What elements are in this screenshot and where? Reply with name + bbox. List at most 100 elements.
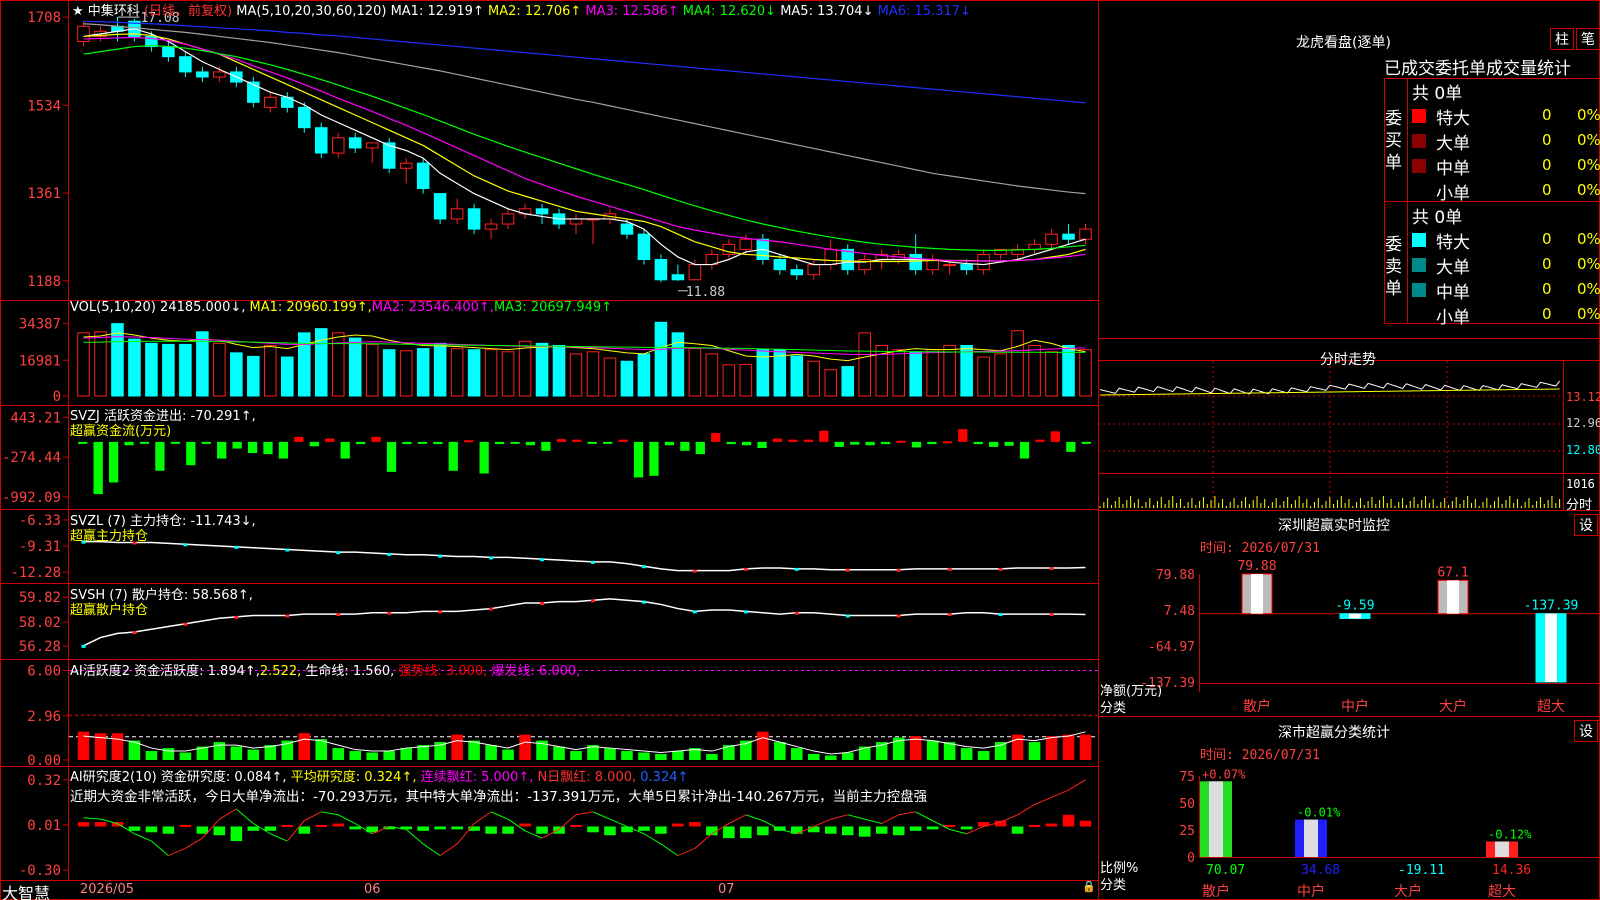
candle-39: [739, 238, 753, 250]
lock-icon[interactable]: 🔒: [1082, 880, 1096, 893]
brand-logo[interactable]: 大智慧: [2, 880, 50, 900]
dragon-title: 龙虎看盘(逐单): [1296, 35, 1391, 51]
ai2-bar-25: [502, 826, 514, 834]
monitor-time: 时间: 2026/07/31: [1200, 541, 1320, 556]
order-stat-header: 已成交委托单成交量统计: [1384, 59, 1571, 79]
vol-bar-6: [179, 343, 192, 397]
vol-bar-51: [943, 344, 956, 397]
sell-1-swatch: [1412, 258, 1426, 272]
svzj-bar-63: [1050, 431, 1061, 442]
ai1-bar-2: [111, 733, 124, 760]
ma-line-2: [83, 33, 1086, 263]
svzl-ytick-1: -9.31: [19, 539, 61, 555]
monitor-cat-0: 散户: [1243, 698, 1271, 715]
svsh-tickmark-45: [845, 614, 850, 618]
vol-bar-18: [382, 349, 396, 397]
stock-chart-canvas[interactable]: 170815341361118817.0811.8834387169810443…: [0, 0, 1600, 900]
ai2-ytick-0: 0.32: [27, 773, 61, 789]
ai1-bar-50: [926, 740, 939, 760]
svsh-tickmark-12: [285, 614, 290, 618]
ai2-bar-59: [1079, 820, 1092, 827]
ma-value-1: MA1: 12.919↑: [390, 4, 484, 19]
ai1-bar-33: [638, 752, 650, 760]
buy-0-name: 特大: [1436, 109, 1470, 129]
candle-23: [467, 208, 481, 230]
ai2-bar-30: [587, 826, 599, 833]
vol-bar-22: [450, 348, 464, 397]
ai1-bar-22: [451, 734, 463, 760]
kline-ytick-3: 1188: [27, 274, 61, 290]
svzj-bar-8: [201, 441, 211, 444]
svsh-tickmark-39: [743, 610, 748, 614]
ai2-bar-20: [417, 826, 429, 831]
ai2-bar-38: [723, 826, 735, 839]
monitor-cat-1: 中户: [1341, 698, 1369, 715]
ai2-bar-47: [875, 826, 888, 834]
ai2-bar-12: [281, 825, 294, 827]
classify-settings-button[interactable]: 设: [1574, 720, 1598, 742]
svzj-bar-38: [664, 441, 675, 446]
ai2-line-seg-47: [864, 818, 882, 825]
sell-1-name: 大单: [1436, 258, 1470, 278]
svzj-bar-56: [942, 441, 952, 444]
vol-bar-56: [1028, 344, 1041, 397]
ai2-bar-45: [841, 826, 854, 836]
ma-value-6: MA6: 15.317↓: [873, 4, 971, 19]
classify-title: 深市超赢分类统计: [1278, 725, 1390, 741]
ai1-bar-28: [553, 746, 565, 760]
svzj-bar-50: [850, 441, 860, 445]
period-label[interactable]: (日线，前复权): [144, 4, 232, 19]
classify-bar-hl-1: [1304, 819, 1318, 857]
vol-bar-11: [264, 344, 277, 397]
vol-ma-value-1: MA1: 20960.199↑,: [249, 300, 372, 315]
classify-ytick-2: 25: [1179, 824, 1195, 839]
svsh-tickmark-36: [692, 610, 697, 614]
ai1-ytick-1: 2.96: [27, 709, 61, 725]
svsh-tickmark-48: [896, 614, 901, 618]
classify-ytick-3: 0: [1187, 851, 1195, 866]
ai1-bar-45: [841, 752, 854, 760]
vol-bar-37: [705, 353, 719, 397]
ai2-bar-48: [892, 826, 905, 836]
candle-44: [824, 248, 838, 266]
ai2-bar-8: [213, 826, 226, 836]
ma-line-5: [83, 23, 1086, 195]
svzl-tickmark-51: [947, 567, 952, 571]
ai2-bar-57: [1045, 823, 1058, 827]
svzj-bar-23: [433, 441, 443, 445]
tick-mode-button[interactable]: 笔: [1576, 28, 1600, 50]
monitor-ytick-2: -64.97: [1148, 640, 1195, 655]
intraday-vol-tick: 1016: [1566, 477, 1595, 491]
classify-val-0: 70.07: [1206, 863, 1245, 878]
ai1-bar-10: [247, 749, 260, 760]
ai1-v4: 强势线: 3.000,: [398, 664, 488, 679]
svzj-bar-33: [587, 441, 597, 444]
ai1-bar-0: [77, 731, 90, 760]
vol-bar-21: [433, 342, 447, 397]
vol-bar-36: [688, 348, 702, 397]
ma-line-3: [83, 36, 1086, 262]
ai1-bar-19: [400, 748, 412, 760]
ai2-line-seg-14: [304, 811, 322, 822]
ai2-bar-15: [332, 823, 345, 827]
svzj-bar-41: [711, 433, 721, 442]
stock-name[interactable]: 中集环科: [88, 4, 140, 19]
column-mode-button[interactable]: 柱: [1550, 28, 1574, 50]
candle-29: [569, 218, 583, 225]
vol-bar-25: [501, 351, 515, 397]
vol-bar-1: [94, 331, 107, 397]
svzj-bar-54: [911, 441, 922, 448]
vol-bar-12: [281, 356, 294, 397]
ai1-bar-16: [349, 751, 361, 760]
ai1-v3: 生命线: 1.560,: [305, 664, 395, 679]
ai2-line-seg-5: [151, 840, 169, 856]
monitor-bar-3: [1535, 613, 1567, 683]
monitor-settings-button[interactable]: 设: [1574, 514, 1598, 536]
ai2-line-seg-15: [321, 811, 339, 816]
buy-total: 共 0单: [1412, 84, 1463, 104]
sell-3-pct: 0%: [1577, 305, 1600, 323]
favorite-star-icon[interactable]: ★: [72, 4, 84, 19]
candle-21: [433, 193, 447, 220]
ai2-line-seg-32: [609, 818, 628, 827]
classify-xlabel: 分类: [1100, 878, 1127, 893]
